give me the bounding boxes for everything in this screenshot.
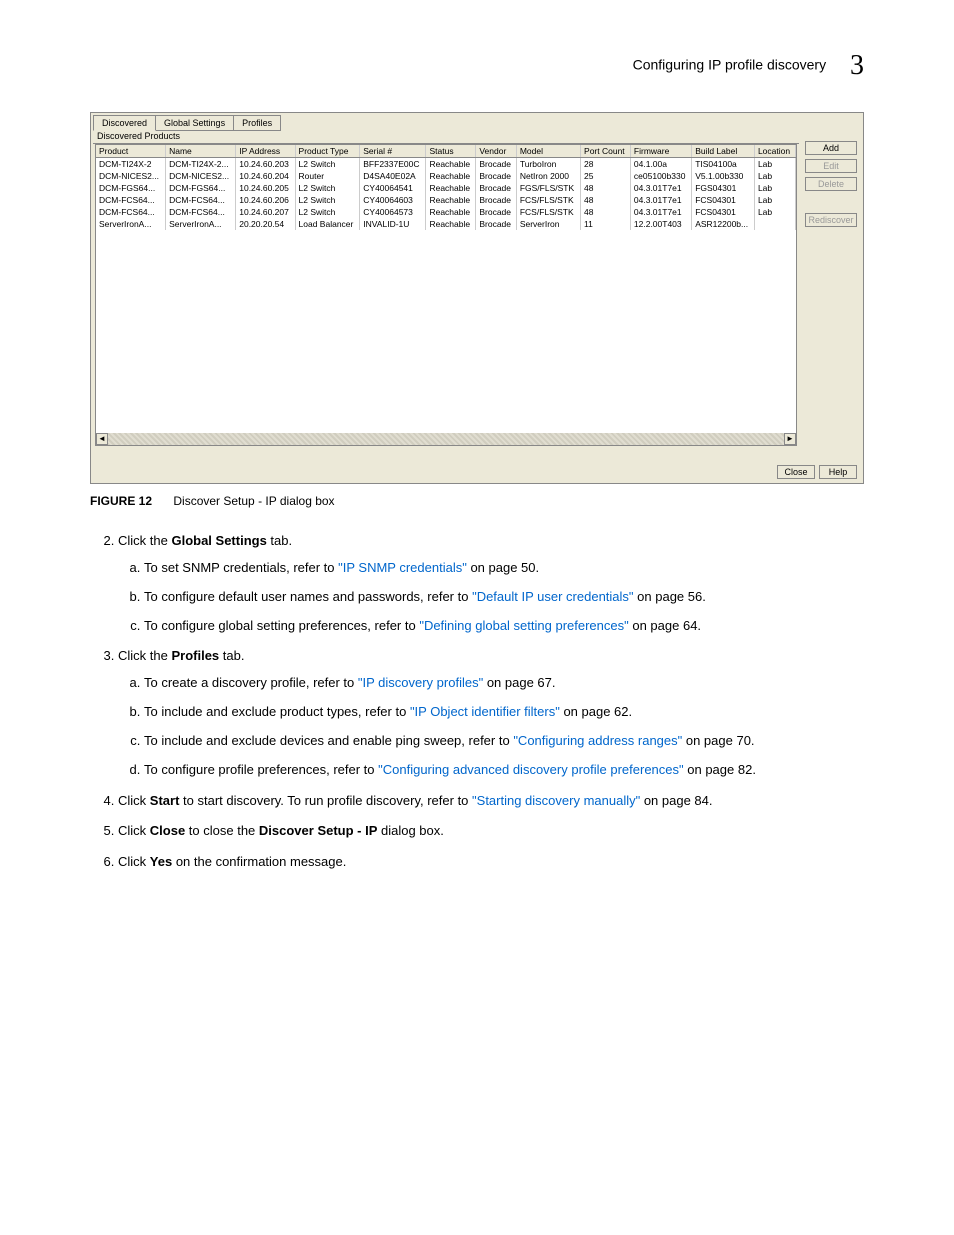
table-row[interactable]: DCM-NICES2...DCM-NICES2...10.24.60.204Ro… (96, 170, 796, 182)
discover-setup-dialog: Discovered Global Settings Profiles Disc… (90, 112, 864, 484)
rediscover-button[interactable]: Rediscover (805, 213, 857, 227)
products-table: ProductNameIP AddressProduct TypeSerial … (96, 145, 796, 230)
step-3b: To include and exclude product types, re… (144, 703, 864, 722)
table-row[interactable]: DCM-FCS64...DCM-FCS64...10.24.60.206L2 S… (96, 194, 796, 206)
close-button[interactable]: Close (777, 465, 815, 479)
link-ip-discovery-profiles[interactable]: "IP discovery profiles" (358, 675, 483, 690)
column-header[interactable]: Status (426, 145, 476, 158)
table-row[interactable]: DCM-FGS64...DCM-FGS64...10.24.60.205L2 S… (96, 182, 796, 194)
tab-discovered[interactable]: Discovered (93, 115, 156, 131)
link-configuring-advanced-discovery-profile-preferences[interactable]: "Configuring advanced discovery profile … (378, 762, 684, 777)
section-number: 3 (850, 50, 864, 81)
link-configuring-address-ranges[interactable]: "Configuring address ranges" (513, 733, 682, 748)
link-defining-global-setting-preferences[interactable]: "Defining global setting preferences" (419, 618, 628, 633)
column-header[interactable]: Product (96, 145, 166, 158)
instruction-list: Click the Global Settings tab. To set SN… (90, 532, 864, 872)
column-header[interactable]: Build Label (692, 145, 755, 158)
column-header[interactable]: Port Count (581, 145, 631, 158)
column-header[interactable]: Name (166, 145, 236, 158)
column-header[interactable]: Model (516, 145, 580, 158)
step-3: Click the Profiles tab. To create a disc… (118, 647, 864, 779)
step-6: Click Yes on the confirmation message. (118, 853, 864, 872)
horizontal-scrollbar[interactable] (96, 433, 784, 445)
step-3a: To create a discovery profile, refer to … (144, 674, 864, 693)
link-default-ip-user-credentials[interactable]: "Default IP user credentials" (472, 589, 633, 604)
discovered-products-label: Discovered Products (93, 129, 799, 144)
column-header[interactable]: Serial # (360, 145, 426, 158)
bottom-button-group: Close Help (777, 465, 857, 479)
add-button[interactable]: Add (805, 141, 857, 155)
link-ip-object-identifier-filters[interactable]: "IP Object identifier filters" (410, 704, 560, 719)
header-title: Configuring IP profile discovery (633, 57, 827, 73)
step-4: Click Start to start discovery. To run p… (118, 792, 864, 811)
step-2a: To set SNMP credentials, refer to "IP SN… (144, 559, 864, 578)
step-5: Click Close to close the Discover Setup … (118, 822, 864, 841)
column-header[interactable]: Product Type (295, 145, 360, 158)
step-2c: To configure global setting preferences,… (144, 617, 864, 636)
scroll-right-icon[interactable]: ► (784, 433, 796, 445)
column-header[interactable]: Location (754, 145, 795, 158)
column-header[interactable]: Vendor (476, 145, 516, 158)
edit-button[interactable]: Edit (805, 159, 857, 173)
table-row[interactable]: DCM-TI24X-2DCM-TI24X-2...10.24.60.203L2 … (96, 158, 796, 171)
scroll-left-icon[interactable]: ◄ (96, 433, 108, 445)
figure-label: FIGURE 12 (90, 494, 152, 508)
column-header[interactable]: IP Address (236, 145, 295, 158)
step-2: Click the Global Settings tab. To set SN… (118, 532, 864, 635)
figure-caption: FIGURE 12 Discover Setup - IP dialog box (90, 494, 864, 508)
figure-text: Discover Setup - IP dialog box (173, 494, 334, 508)
table-row[interactable]: DCM-FCS64...DCM-FCS64...10.24.60.207L2 S… (96, 206, 796, 218)
link-ip-snmp-credentials[interactable]: "IP SNMP credentials" (338, 560, 467, 575)
table-row[interactable]: ServerIronA...ServerIronA...20.20.20.54L… (96, 218, 796, 230)
step-2b: To configure default user names and pass… (144, 588, 864, 607)
side-button-group: Add Edit Delete Rediscover (805, 141, 857, 227)
help-button[interactable]: Help (819, 465, 857, 479)
column-header[interactable]: Firmware (630, 145, 691, 158)
step-3c: To include and exclude devices and enabl… (144, 732, 864, 751)
link-starting-discovery-manually[interactable]: "Starting discovery manually" (472, 793, 640, 808)
delete-button[interactable]: Delete (805, 177, 857, 191)
step-3d: To configure profile preferences, refer … (144, 761, 864, 780)
products-table-container: ProductNameIP AddressProduct TypeSerial … (95, 144, 797, 446)
page-header: Configuring IP profile discovery 3 (90, 50, 864, 82)
